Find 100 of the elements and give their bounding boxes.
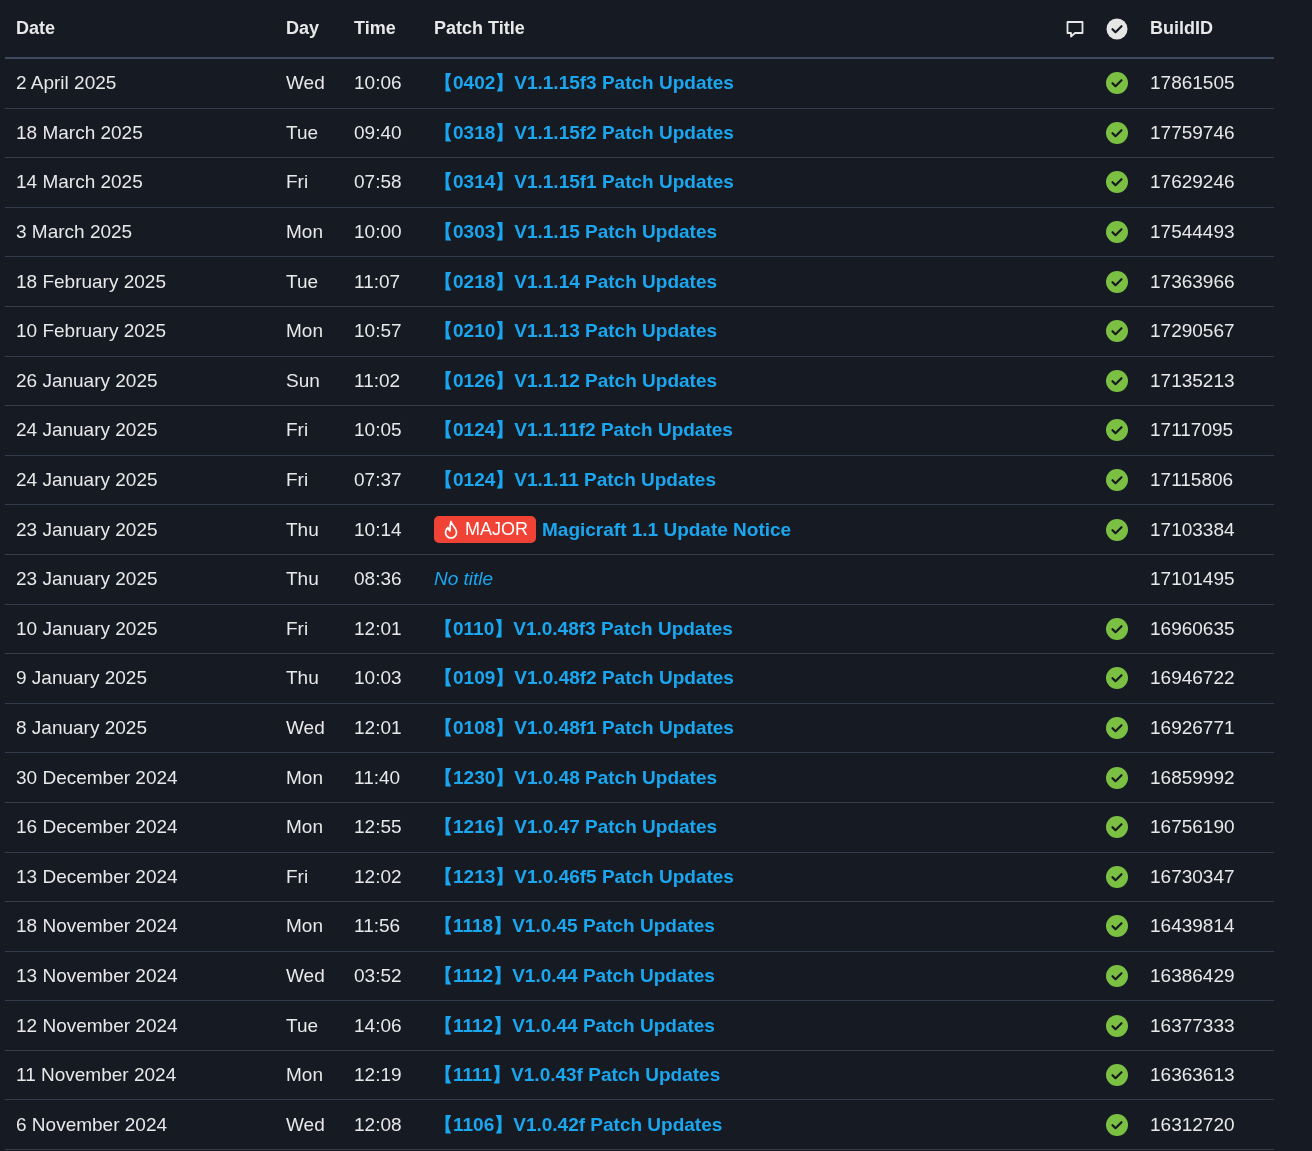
- column-header[interactable]: Date: [5, 18, 275, 39]
- patch-title-link[interactable]: 【0303】V1.1.15 Patch Updates: [434, 219, 718, 246]
- date-cell-text: 26 January 2025: [15, 369, 159, 392]
- day-cell-text: Wed: [285, 717, 326, 739]
- time-cell-text: 08:36: [353, 568, 403, 591]
- date-cell-text: 2 April 2025: [15, 72, 118, 95]
- major-badge: MAJOR: [434, 516, 536, 544]
- build-id-cell-text: 17363966: [1149, 270, 1236, 293]
- patch-title-link[interactable]: 【0124】V1.1.11 Patch Updates: [434, 467, 716, 494]
- comment-icon: [1065, 18, 1085, 39]
- day-cell-text: Thu: [285, 518, 320, 541]
- date-cell-text: 3 March 2025: [15, 221, 134, 244]
- patch-title-link[interactable]: 【0210】V1.1.13 Patch Updates: [434, 318, 718, 345]
- patch-title-link[interactable]: 【1216】V1.0.47 Patch Updates: [434, 814, 718, 841]
- patch-title-link[interactable]: 【1106】V1.0.42f Patch Updates: [434, 1111, 723, 1138]
- patch-title-link[interactable]: 【0126】V1.1.12 Patch Updates: [434, 367, 718, 394]
- build-id-cell-text: 16386429: [1149, 965, 1236, 987]
- time-cell-text: 12:55: [353, 816, 403, 839]
- day-cell-text: Sun: [285, 369, 321, 392]
- day-cell-text: Fri: [285, 469, 310, 492]
- build-id-cell-text: 17101495: [1149, 568, 1236, 591]
- build-id-cell-text: 17115806: [1149, 469, 1235, 492]
- time-cell-text: 10:06: [353, 72, 403, 95]
- build-id-cell-text: 16439814: [1149, 915, 1236, 938]
- build-id-cell-text: 16946722: [1149, 667, 1236, 690]
- column-header[interactable]: Patch Title: [423, 18, 1055, 39]
- time-cell-text: 07:58: [353, 171, 403, 194]
- build-id-cell-text: 17759746: [1149, 121, 1236, 144]
- date-cell-text: 12 November 2024: [15, 1014, 179, 1037]
- time-cell-text: 03:52: [353, 965, 403, 987]
- patch-title-link[interactable]: 【0318】V1.1.15f2 Patch Updates: [434, 119, 734, 146]
- patch-title-link[interactable]: 【0402】V1.1.15f3 Patch Updates: [434, 70, 734, 97]
- time-cell-text: 10:05: [353, 419, 403, 442]
- day-cell-text: Mon: [285, 766, 324, 789]
- date-cell-text: 23 January 2025: [15, 518, 159, 541]
- column-header[interactable]: BuildID: [1139, 18, 1274, 39]
- day-cell-text: Tue: [285, 1014, 320, 1037]
- build-id-cell-text: 17861505: [1149, 72, 1236, 95]
- day-cell-text: Mon: [285, 915, 324, 938]
- time-cell-text: 12:01: [353, 617, 403, 640]
- build-id-cell-text: 16756190: [1149, 816, 1236, 839]
- time-cell-text: 11:07: [353, 270, 402, 293]
- day-cell-text: Wed: [285, 72, 326, 95]
- patch-title-link[interactable]: 【0218】V1.1.14 Patch Updates: [434, 268, 718, 295]
- time-cell-text: 10:57: [353, 320, 403, 343]
- patch-title-link[interactable]: 【0108】V1.0.48f1 Patch Updates: [434, 715, 734, 741]
- date-cell-text: 14 March 2025: [15, 171, 144, 194]
- patch-title-link[interactable]: 【1112】V1.0.44 Patch Updates: [434, 1012, 715, 1039]
- day-cell-text: Fri: [285, 617, 310, 640]
- patch-title-link[interactable]: 【1213】V1.0.46f5 Patch Updates: [434, 863, 734, 890]
- build-id-cell-text: 16363613: [1149, 1064, 1236, 1087]
- day-cell-text: Thu: [285, 667, 320, 690]
- check-circle-icon: [1106, 17, 1128, 40]
- patch-title-link[interactable]: 【0109】V1.0.48f2 Patch Updates: [434, 665, 734, 692]
- time-cell-text: 12:02: [353, 865, 403, 888]
- time-cell-text: 10:14: [353, 518, 403, 541]
- build-id-cell-text: 17544493: [1149, 221, 1236, 244]
- date-cell-text: 18 March 2025: [15, 121, 144, 144]
- column-header[interactable]: Day: [275, 18, 343, 39]
- time-cell-text: 12:01: [353, 717, 403, 739]
- build-id-cell-text: 16312720: [1149, 1113, 1236, 1136]
- patch-title-link[interactable]: 【1230】V1.0.48 Patch Updates: [434, 764, 718, 791]
- build-id-cell-text: 16960635: [1149, 617, 1236, 640]
- day-cell-text: Fri: [285, 865, 310, 888]
- date-cell-text: 6 November 2024: [15, 1113, 169, 1136]
- build-id-cell-text: 17103384: [1149, 518, 1236, 541]
- build-id-cell-text: 17290567: [1149, 320, 1236, 343]
- build-id-cell-text: 17135213: [1149, 369, 1236, 392]
- date-cell-text: 10 February 2025: [15, 320, 167, 343]
- day-cell-text: Thu: [285, 568, 320, 591]
- time-cell-text: 09:40: [353, 121, 403, 144]
- build-id-cell-text: 16730347: [1149, 865, 1236, 888]
- time-cell-text: 14:06: [353, 1014, 403, 1037]
- time-cell-text: 11:56: [353, 915, 402, 938]
- day-cell-text: Fri: [285, 171, 310, 194]
- patch-title-link[interactable]: 【0110】V1.0.48f3 Patch Updates: [434, 615, 733, 642]
- time-cell-text: 10:03: [353, 667, 403, 690]
- patch-title-link[interactable]: 【0314】V1.1.15f1 Patch Updates: [434, 169, 734, 196]
- time-cell-text: 11:02: [353, 369, 402, 392]
- patch-title-link[interactable]: 【1118】V1.0.45 Patch Updates: [434, 913, 715, 940]
- day-cell-text: Mon: [285, 221, 324, 244]
- time-cell-text: 10:00: [353, 221, 403, 244]
- day-cell-text: Mon: [285, 1064, 324, 1087]
- patch-title-link[interactable]: 【0124】V1.1.11f2 Patch Updates: [434, 417, 733, 444]
- time-cell-text: 12:08: [353, 1113, 403, 1136]
- date-cell-text: 30 December 2024: [15, 766, 179, 789]
- column-header[interactable]: Time: [343, 18, 423, 39]
- day-cell-text: Mon: [285, 816, 324, 839]
- date-cell-text: 8 January 2025: [15, 717, 148, 739]
- patch-title-link[interactable]: 【1111】V1.0.43f Patch Updates: [434, 1062, 721, 1089]
- day-cell-text: Mon: [285, 320, 324, 343]
- time-cell-text: 12:19: [353, 1064, 403, 1087]
- build-id-cell-text: 17629246: [1149, 171, 1236, 194]
- build-id-cell-text: 16859992: [1149, 766, 1236, 789]
- day-cell-text: Fri: [285, 419, 310, 442]
- date-cell-text: 9 January 2025: [15, 667, 148, 690]
- patch-title-link[interactable]: 【1112】V1.0.44 Patch Updates: [434, 963, 715, 989]
- patch-title-link[interactable]: No title: [434, 568, 494, 591]
- date-cell-text: 18 November 2024: [15, 915, 179, 938]
- patch-title-link[interactable]: Magicraft 1.1 Update Notice: [542, 518, 792, 541]
